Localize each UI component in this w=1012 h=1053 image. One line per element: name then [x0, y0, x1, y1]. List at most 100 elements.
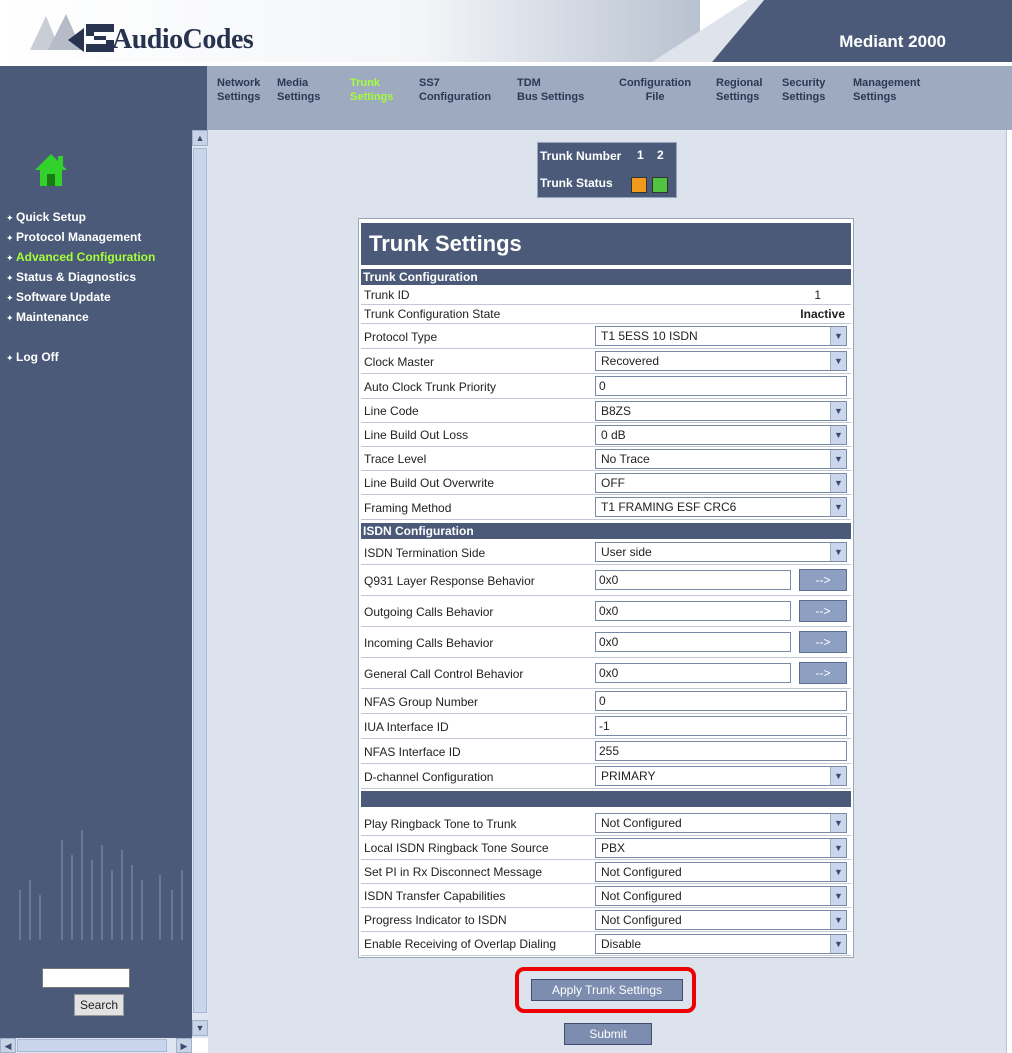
general-call-control-behavior-label: General Call Control Behavior [364, 667, 524, 681]
product-name: Mediant 2000 [839, 32, 946, 51]
trunk-2-status-icon[interactable] [652, 177, 668, 193]
q931-edit-button[interactable]: --> [799, 569, 847, 591]
product-banner: Mediant 2000 [652, 0, 1012, 62]
nav-label: Security [782, 77, 826, 89]
framing-method-select[interactable]: T1 FRAMING ESF CRC6 ▼ [595, 497, 847, 517]
nav-media-settings[interactable]: Media Settings [277, 76, 320, 104]
nav-tdm-bus-settings[interactable]: TDM Bus Settings [517, 76, 584, 104]
line-build-out-overwrite-select[interactable]: OFF ▼ [595, 473, 847, 493]
nfas-interface-id-label: NFAS Interface ID [364, 745, 461, 759]
incoming-calls-behavior-input[interactable]: 0x0 [595, 632, 791, 652]
scroll-right-icon[interactable]: ▶ [176, 1038, 192, 1053]
sidebar-item-software-update[interactable]: ✦ Software Update [6, 290, 111, 304]
nfas-interface-id-input[interactable]: 255 [595, 741, 847, 761]
trunk-1-status-icon[interactable] [631, 177, 647, 193]
row-nfas-group-number: NFAS Group Number 0 [361, 689, 851, 714]
row-local-isdn-ringback-tone-source: Local ISDN Ringback Tone Source PBX ▼ [361, 836, 851, 860]
trunk-id-value: 1 [814, 288, 821, 302]
sidebar-item-label: Protocol Management [16, 230, 142, 244]
sidebar-scrollbar[interactable]: ▲ ▼ [192, 130, 208, 1038]
sidebar: ✦ Quick Setup ✦ Protocol Management ✦ Advan… [0, 130, 192, 1038]
nfas-group-number-label: NFAS Group Number [364, 695, 479, 709]
sidebar-item-log-off[interactable]: ✦ Log Off [6, 350, 59, 364]
isdn-termination-side-label: ISDN Termination Side [364, 546, 486, 560]
clock-master-select[interactable]: Recovered ▼ [595, 351, 847, 371]
sidebar-item-maintenance[interactable]: ✦ Maintenance [6, 310, 89, 324]
horizontal-scrollbar-thumb[interactable] [17, 1039, 167, 1052]
iua-interface-id-input[interactable]: -1 [595, 716, 847, 736]
bullet-icon: ✦ [6, 293, 14, 303]
q931-layer-response-input[interactable]: 0x0 [595, 570, 791, 590]
row-enable-overlap-dialing: Enable Receiving of Overlap Dialing Disa… [361, 932, 851, 956]
auto-clock-trunk-priority-input[interactable]: 0 [595, 376, 847, 396]
q931-layer-response-label: Q931 Layer Response Behavior [364, 574, 535, 588]
chevron-down-icon: ▼ [830, 863, 846, 881]
scroll-down-icon[interactable]: ▼ [192, 1020, 208, 1036]
d-channel-configuration-select[interactable]: PRIMARY ▼ [595, 766, 847, 786]
nav-label: Settings [716, 91, 760, 103]
sidebar-item-label: Maintenance [16, 310, 89, 324]
line-build-out-loss-select[interactable]: 0 dB ▼ [595, 425, 847, 445]
nav-ss7-configuration[interactable]: SS7 Configuration [419, 76, 491, 104]
chevron-down-icon: ▼ [830, 327, 846, 345]
scrollbar-thumb[interactable] [193, 148, 207, 1013]
line-code-select[interactable]: B8ZS ▼ [595, 401, 847, 421]
home-icon[interactable] [33, 152, 69, 188]
chevron-down-icon: ▼ [830, 426, 846, 444]
trace-level-select[interactable]: No Trace ▼ [595, 449, 847, 469]
isdn-transfer-capabilities-select[interactable]: Not Configured ▼ [595, 886, 847, 906]
enable-overlap-dialing-select[interactable]: Disable ▼ [595, 934, 847, 954]
isdn-termination-side-select[interactable]: User side ▼ [595, 542, 847, 562]
sidebar-item-quick-setup[interactable]: ✦ Quick Setup [6, 210, 86, 224]
scroll-left-icon[interactable]: ◀ [0, 1038, 16, 1053]
protocol-type-select[interactable]: T1 5ESS 10 ISDN ▼ [595, 326, 847, 346]
line-build-out-loss-value: 0 dB [601, 428, 626, 442]
play-ringback-tone-select[interactable]: Not Configured ▼ [595, 813, 847, 833]
submit-button[interactable]: Submit [564, 1023, 652, 1045]
play-ringback-tone-label: Play Ringback Tone to Trunk [364, 817, 517, 831]
row-incoming-calls-behavior: Incoming Calls Behavior 0x0 --> [361, 627, 851, 658]
trunk-status-widget: Trunk Number 1 2 Trunk Status [537, 142, 677, 198]
section-trunk-configuration: Trunk Configuration [361, 269, 851, 285]
nav-security-settings[interactable]: Security Settings [782, 76, 825, 104]
nfas-group-number-input[interactable]: 0 [595, 691, 847, 711]
chevron-down-icon: ▼ [830, 839, 846, 857]
horizontal-scrollbar[interactable]: ◀ ▶ [0, 1038, 192, 1053]
general-call-control-edit-button[interactable]: --> [799, 662, 847, 684]
local-isdn-ringback-tone-source-label: Local ISDN Ringback Tone Source [364, 841, 549, 855]
nav-management-settings[interactable]: Management Settings [853, 76, 920, 104]
sidebar-item-advanced-configuration[interactable]: ✦ Advanced Configuration [6, 250, 155, 264]
trunk-number-1[interactable]: 1 [637, 148, 644, 162]
local-isdn-ringback-tone-source-select[interactable]: PBX ▼ [595, 838, 847, 858]
apply-trunk-settings-button[interactable]: Apply Trunk Settings [531, 979, 683, 1001]
progress-indicator-to-isdn-select[interactable]: Not Configured ▼ [595, 910, 847, 930]
search-button[interactable]: Search [74, 994, 124, 1016]
nav-label: Settings [350, 91, 394, 103]
row-set-pi-rx-disconnect: Set PI in Rx Disconnect Message Not Conf… [361, 860, 851, 884]
set-pi-rx-disconnect-value: Not Configured [601, 865, 682, 879]
sidebar-item-protocol-management[interactable]: ✦ Protocol Management [6, 230, 141, 244]
nav-label: File [645, 91, 665, 103]
chevron-down-icon: ▼ [830, 474, 846, 492]
general-call-control-behavior-input[interactable]: 0x0 [595, 663, 791, 683]
trunk-configuration-state-value: Inactive [800, 307, 845, 321]
outgoing-calls-behavior-input[interactable]: 0x0 [595, 601, 791, 621]
nav-regional-settings[interactable]: Regional Settings [716, 76, 762, 104]
nav-trunk-settings[interactable]: Trunk Settings [350, 76, 393, 104]
row-clock-master: Clock Master Recovered ▼ [361, 349, 851, 374]
chevron-down-icon: ▼ [830, 767, 846, 785]
set-pi-rx-disconnect-select[interactable]: Not Configured ▼ [595, 862, 847, 882]
outgoing-calls-edit-button[interactable]: --> [799, 600, 847, 622]
row-trace-level: Trace Level No Trace ▼ [361, 447, 851, 471]
row-auto-clock-trunk-priority: Auto Clock Trunk Priority 0 [361, 374, 851, 399]
nav-label: Trunk [350, 77, 380, 89]
incoming-calls-edit-button[interactable]: --> [799, 631, 847, 653]
trunk-number-2[interactable]: 2 [657, 148, 664, 162]
sidebar-item-status-diagnostics[interactable]: ✦ Status & Diagnostics [6, 270, 136, 284]
nav-network-settings[interactable]: Network Settings [217, 76, 260, 104]
bullet-icon: ✦ [6, 233, 14, 243]
search-input[interactable] [42, 968, 130, 988]
scroll-up-icon[interactable]: ▲ [192, 130, 208, 146]
row-trunk-configuration-state: Trunk Configuration State Inactive [361, 305, 851, 324]
nav-configuration-file[interactable]: Configuration File [619, 76, 691, 104]
